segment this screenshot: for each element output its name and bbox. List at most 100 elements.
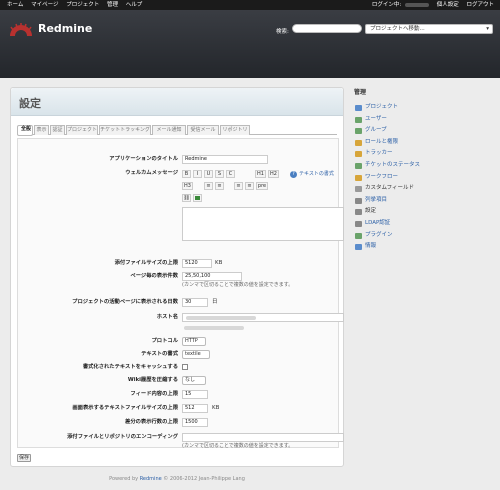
tab-issue-tracking[interactable]: チケットトラッキング: [99, 125, 151, 135]
info-icon: [355, 244, 362, 251]
save-button[interactable]: 保存: [17, 454, 31, 462]
project-jump-select[interactable]: プロジェクトへ移動... ▾: [365, 24, 493, 34]
code-button[interactable]: C: [226, 170, 235, 178]
wiki-compression-select[interactable]: なし: [182, 376, 206, 385]
sidebar-item-label: トラッカー: [365, 150, 393, 157]
welcome-label: ウェルカムメッセージ: [125, 170, 178, 176]
menu-my-page[interactable]: マイページ: [31, 2, 58, 8]
menu-admin[interactable]: 管理: [107, 2, 118, 8]
app-title-input[interactable]: Redmine: [182, 155, 268, 164]
sidebar-item-label: 設定: [365, 208, 377, 215]
hostname-input[interactable]: [182, 313, 344, 322]
hostname-label: ホスト名: [156, 314, 178, 320]
underline-button[interactable]: U: [204, 170, 213, 178]
sidebar-item-label: プロジェクト: [365, 104, 399, 110]
quote-button[interactable]: ≡: [234, 182, 243, 190]
sidebar-item-info[interactable]: 情報: [354, 241, 494, 253]
sidebar-item-enumerations[interactable]: 列挙項目: [354, 195, 494, 207]
file-max-size-input[interactable]: 512: [182, 404, 208, 413]
text-format-help-link[interactable]: テキストの書式: [299, 171, 334, 178]
my-account-link[interactable]: 個人設定: [437, 2, 459, 8]
encoding-note: (カンマで区切ることで複数の値を設定できます。: [182, 443, 294, 449]
logged-in-user-blurred: [404, 2, 429, 7]
sidebar-item-issue-statuses[interactable]: チケットのステータス: [354, 160, 494, 172]
protocol-label: プロトコル: [151, 338, 179, 344]
h1-button[interactable]: H1: [255, 170, 266, 178]
encoding-input[interactable]: [182, 433, 344, 442]
search-input[interactable]: [292, 24, 362, 33]
title-bar: 設定: [11, 88, 343, 116]
menu-help[interactable]: ヘルプ: [126, 2, 143, 8]
tab-projects[interactable]: プロジェクト: [66, 125, 98, 135]
footer-brand-link[interactable]: Redmine: [140, 476, 162, 482]
sidebar-item-label: ロールと権限: [365, 138, 399, 145]
sidebar-item-ldap-auth[interactable]: LDAP認証: [354, 218, 494, 230]
ordered-list-button[interactable]: ≡: [215, 182, 224, 190]
h2-button[interactable]: H2: [268, 170, 279, 178]
file-max-size-label: 画面表示するテキストファイルサイズの上限: [72, 405, 178, 411]
link-icon[interactable]: ⛓: [182, 194, 191, 202]
menu-home[interactable]: ホーム: [7, 2, 23, 8]
user-icon: [355, 116, 362, 123]
logout-link[interactable]: ログアウト: [466, 2, 494, 8]
sidebar-item-groups[interactable]: グループ: [354, 125, 494, 137]
footer-prefix: Powered by: [109, 476, 139, 482]
per-page-input[interactable]: 25,50,100: [182, 272, 242, 281]
header: Redmine 検索: プロジェクトへ移動... ▾: [0, 10, 500, 78]
diff-lines-label: 差分の表示行数の上限: [125, 419, 178, 425]
cache-checkbox[interactable]: [182, 364, 188, 370]
sidebar-item-roles[interactable]: ロールと権限: [354, 137, 494, 149]
logged-in-label: ログイン中:: [371, 2, 402, 8]
protocol-select[interactable]: HTTP: [182, 337, 206, 346]
strike-button[interactable]: S: [215, 170, 224, 178]
attachment-size-input[interactable]: 5120: [182, 259, 212, 268]
tab-general[interactable]: 全般: [17, 125, 33, 136]
roles-icon: [355, 139, 362, 146]
app-brand[interactable]: Redmine: [38, 22, 92, 35]
tab-authentication[interactable]: 認証: [50, 125, 65, 135]
welcome-textarea[interactable]: [182, 207, 344, 241]
file-max-size-unit: KB: [212, 405, 220, 411]
text-formatting-select[interactable]: textile: [182, 350, 210, 359]
sidebar-item-workflows[interactable]: ワークフロー: [354, 172, 494, 184]
plugin-icon: [355, 232, 362, 239]
menu-projects[interactable]: プロジェクト: [66, 2, 99, 8]
sidebar-item-projects[interactable]: プロジェクト: [354, 102, 494, 114]
tab-incoming-emails[interactable]: 受信メール: [187, 125, 219, 135]
footer: Powered by Redmine © 2006-2012 Jean-Phil…: [0, 476, 354, 482]
h3-button[interactable]: H3: [182, 182, 193, 190]
pre-button[interactable]: pre: [256, 182, 268, 190]
encoding-label: 添付ファイルとリポジトリのエンコーディング: [67, 434, 178, 440]
page-title: 設定: [19, 97, 41, 110]
image-icon-glyph: [195, 196, 200, 200]
footer-copyright: © 2006-2012 Jean-Philippe Lang: [163, 476, 245, 482]
diff-lines-input[interactable]: 1500: [182, 418, 208, 427]
unordered-list-button[interactable]: ≡: [204, 182, 213, 190]
activity-days-unit: 日: [212, 299, 218, 305]
tab-email-notifications[interactable]: メール通知: [152, 125, 186, 135]
bold-button[interactable]: B: [182, 170, 191, 178]
search-label: 検索:: [276, 29, 289, 35]
activity-days-input[interactable]: 30: [182, 298, 208, 307]
sidebar-item-trackers[interactable]: トラッカー: [354, 148, 494, 160]
sidebar-item-label: 情報: [365, 243, 377, 250]
project-jump-label: プロジェクトへ移動...: [370, 26, 425, 32]
hostname-example-blurred: [184, 326, 244, 330]
sidebar-item-label: 列挙項目: [365, 196, 388, 203]
unquote-button[interactable]: ≡: [245, 182, 254, 190]
tab-repositories[interactable]: リポジトリ: [220, 125, 250, 135]
sidebar-item-plugins[interactable]: プラグイン: [354, 230, 494, 242]
sidebar-item-users[interactable]: ユーザー: [354, 114, 494, 126]
text-formatting-label: テキストの書式: [141, 351, 178, 357]
app-title-label: アプリケーションのタイトル: [109, 156, 178, 162]
group-icon: [355, 128, 362, 135]
activity-days-label: プロジェクトの活動ページに表示される日数: [72, 299, 178, 305]
sidebar-item-settings[interactable]: 設定: [354, 206, 494, 218]
tracker-icon: [355, 151, 362, 158]
tab-display[interactable]: 表示: [34, 125, 49, 135]
text-formatting-select-value: textile: [185, 351, 201, 357]
italic-button[interactable]: I: [193, 170, 202, 178]
image-icon[interactable]: [193, 194, 202, 202]
sidebar-item-custom-fields[interactable]: カスタムフィールド: [354, 183, 494, 195]
feed-limit-input[interactable]: 15: [182, 390, 208, 399]
